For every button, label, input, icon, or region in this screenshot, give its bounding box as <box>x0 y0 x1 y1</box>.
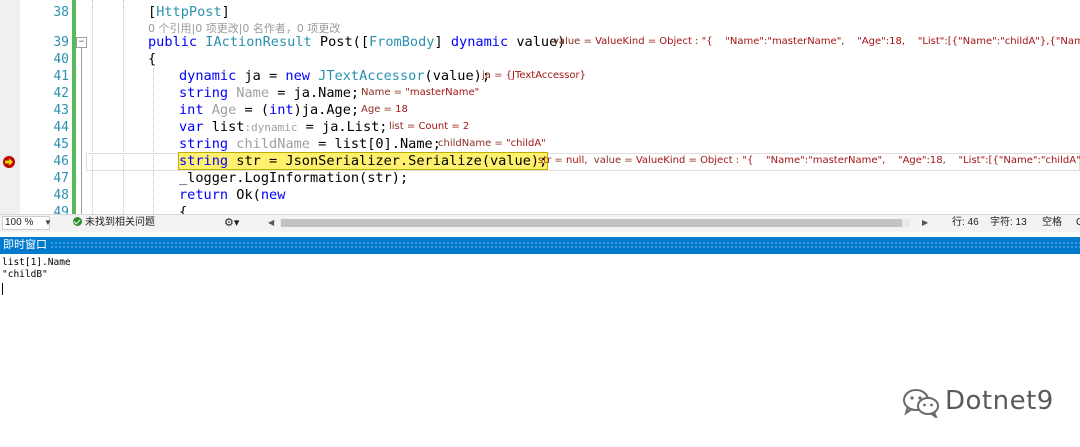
issues-indicator[interactable]: 未找到相关问题 <box>73 215 155 231</box>
line-number: 47 <box>53 171 69 186</box>
watermark-text: Dotnet9 <box>945 386 1054 416</box>
immediate-input-line[interactable]: list[1].Name <box>2 257 71 268</box>
line-number: 43 <box>53 103 69 118</box>
code-line-38[interactable]: [HttpPost] <box>148 4 230 21</box>
code-line-48[interactable]: return Ok(new <box>179 187 285 204</box>
line-number: 46 <box>53 154 69 169</box>
text-caret <box>2 283 3 295</box>
code-line-49[interactable]: { <box>179 204 187 214</box>
issues-label: 未找到相关问题 <box>85 217 155 228</box>
scroll-right-icon[interactable]: ▶ <box>922 215 928 231</box>
immediate-window-titlebar[interactable]: 即时窗口 <box>0 237 1080 254</box>
line-number: 39 <box>53 35 69 50</box>
code-line-45[interactable]: string childName = list[0].Name; <box>179 136 441 153</box>
line-ending-indicator[interactable]: C <box>1076 215 1080 231</box>
code-line-39[interactable]: public IActionResult Post([FromBody] dyn… <box>148 34 565 51</box>
code-line-43[interactable]: int Age = (int)ja.Age; <box>179 102 359 119</box>
collapse-toggle-icon[interactable]: − <box>76 37 87 48</box>
datatip-list[interactable]: list = Count = 2 <box>389 121 469 132</box>
immediate-output-line: "childB" <box>2 269 48 280</box>
line-number: 41 <box>53 69 69 84</box>
editor-status-bar: 100 % ▼ 未找到相关问题 ⚙▾ ◀ ▶ 行: 46 字符: 13 空格 C <box>0 214 1080 232</box>
breakpoint-margin[interactable] <box>0 0 20 214</box>
line-number: 42 <box>53 86 69 101</box>
drag-grip[interactable] <box>50 241 1080 250</box>
line-number: 40 <box>53 52 69 67</box>
whitespace-indicator[interactable]: 空格 <box>1042 215 1062 231</box>
filter-icon[interactable]: ⚙▾ <box>224 215 239 231</box>
wechat-logo-icon <box>903 389 939 418</box>
chevron-down-icon[interactable]: ▼ <box>44 215 52 231</box>
column-indicator[interactable]: 字符: 13 <box>990 215 1027 231</box>
zoom-select[interactable]: 100 % <box>2 216 50 230</box>
code-line-42[interactable]: string Name = ja.Name; <box>179 85 359 102</box>
breakpoint-current-statement-icon[interactable] <box>3 156 15 168</box>
check-circle-icon <box>73 217 82 226</box>
datatip-name[interactable]: Name = "masterName" <box>361 87 479 98</box>
datatip-value[interactable]: value = ValueKind = Object : "{ "Name":"… <box>553 36 1080 47</box>
scrollbar-thumb[interactable] <box>281 219 902 227</box>
change-tracking-bar <box>72 0 76 214</box>
immediate-window-title: 即时窗口 <box>3 239 47 251</box>
code-line-40[interactable]: { <box>148 51 156 68</box>
datatip-age[interactable]: Age = 18 <box>361 104 408 115</box>
outline-line <box>81 48 82 214</box>
line-number: 48 <box>53 188 69 203</box>
code-line-41[interactable]: dynamic ja = new JTextAccessor(value); <box>179 68 490 85</box>
indent-guide <box>123 0 124 214</box>
indent-guide <box>92 0 93 214</box>
indent-guide <box>153 68 154 214</box>
datatip-str[interactable]: str = null, value = ValueKind = Object :… <box>538 155 1080 166</box>
line-indicator[interactable]: 行: 46 <box>952 215 979 231</box>
datatip-ja[interactable]: ja = {JTextAccessor} <box>482 70 586 81</box>
code-line-47[interactable]: _logger.LogInformation(str); <box>179 170 408 187</box>
line-number: 44 <box>53 120 69 135</box>
code-line-44[interactable]: var list:dynamic = ja.List; <box>179 119 388 136</box>
code-editor[interactable]: 38 39 40 41 42 43 44 45 46 47 48 49 − [H… <box>0 0 1080 214</box>
datatip-childname[interactable]: childName = "childA" <box>438 138 546 149</box>
line-number: 45 <box>53 137 69 152</box>
line-number: 49 <box>53 205 69 214</box>
immediate-window-body[interactable]: list[1].Name "childB" <box>0 254 1080 447</box>
line-number: 38 <box>53 5 69 20</box>
code-line-46-current[interactable]: string str = JsonSerializer.Serialize(va… <box>177 152 549 170</box>
scroll-left-icon[interactable]: ◀ <box>268 215 274 231</box>
